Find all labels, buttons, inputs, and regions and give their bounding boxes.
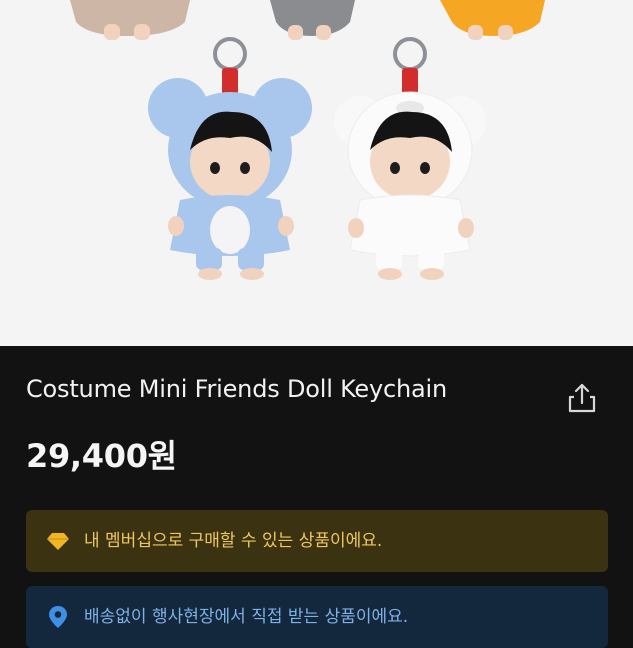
- share-button[interactable]: [562, 378, 602, 418]
- location-notice-text: 배송없이 행사현장에서 직접 받는 상품이에요.: [84, 607, 409, 627]
- product-details: Costume Mini Friends Doll Keychain 29,40…: [0, 346, 633, 648]
- product-image[interactable]: [0, 0, 633, 346]
- doll-orange-partial: [440, 0, 545, 40]
- doll-white-bear: [334, 37, 486, 280]
- product-price: 29,400원: [26, 437, 177, 475]
- product-title: Costume Mini Friends Doll Keychain: [26, 375, 447, 403]
- doll-blue-koala: [148, 37, 312, 280]
- membership-notice-text: 내 멤버십으로 구매할 수 있는 상품이에요.: [84, 531, 383, 551]
- membership-notice[interactable]: 내 멤버십으로 구매할 수 있는 상품이에요.: [26, 510, 608, 572]
- doll-beige-partial: [70, 0, 190, 40]
- diamond-icon: [46, 529, 70, 553]
- share-icon: [568, 383, 596, 413]
- location-notice[interactable]: 배송없이 행사현장에서 직접 받는 상품이에요.: [26, 586, 608, 648]
- doll-grey-partial: [270, 0, 355, 40]
- location-pin-icon: [46, 605, 70, 629]
